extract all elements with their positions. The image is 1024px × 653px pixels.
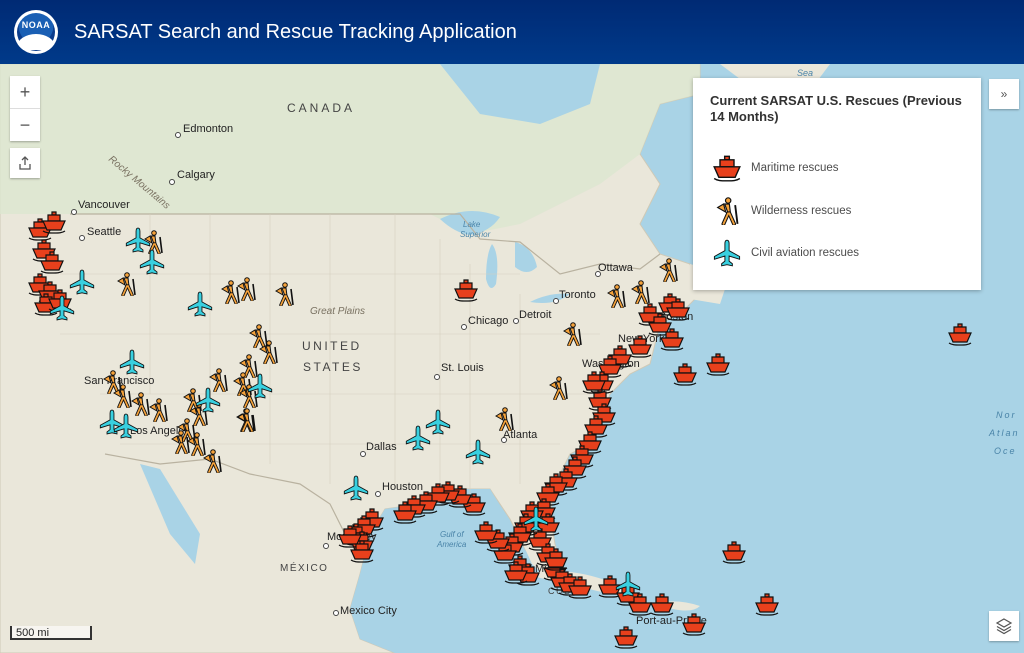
hiker-icon: [715, 197, 740, 225]
legend-item-wilderness: Wilderness rescues: [713, 194, 851, 228]
svg-text:Lake: Lake: [463, 220, 481, 229]
svg-text:Edmonton: Edmonton: [183, 123, 233, 135]
svg-text:Ottawa: Ottawa: [598, 262, 634, 274]
app-title: SARSAT Search and Rescue Tracking Applic…: [74, 20, 517, 43]
svg-text:Great Plains: Great Plains: [310, 306, 365, 317]
svg-text:Superior: Superior: [460, 230, 491, 239]
svg-text:Houston: Houston: [382, 481, 423, 493]
svg-text:Nor: Nor: [996, 410, 1017, 420]
svg-text:Oce: Oce: [994, 446, 1017, 456]
svg-text:Gulf of: Gulf of: [440, 530, 464, 539]
share-icon: [19, 156, 31, 170]
noaa-logo: NOAA: [14, 10, 58, 54]
plane-icon: [713, 239, 741, 267]
svg-text:Mexico City: Mexico City: [340, 605, 397, 617]
svg-text:St. Louis: St. Louis: [441, 362, 484, 374]
svg-text:Dallas: Dallas: [366, 441, 397, 453]
legend-label: Maritime rescues: [751, 162, 839, 174]
svg-text:Calgary: Calgary: [177, 169, 215, 181]
svg-text:MÉXICO: MÉXICO: [280, 561, 328, 574]
svg-text:Vancouver: Vancouver: [78, 199, 130, 211]
app-header: NOAA SARSAT Search and Rescue Tracking A…: [0, 0, 1024, 64]
svg-text:Atlan: Atlan: [988, 428, 1020, 438]
legend-item-maritime: Maritime rescues: [713, 151, 839, 185]
svg-text:Chicago: Chicago: [468, 315, 508, 327]
svg-text:Detroit: Detroit: [519, 309, 551, 321]
layers-button[interactable]: [989, 611, 1019, 641]
zoom-out-button[interactable]: −: [10, 109, 40, 141]
svg-text:America: America: [436, 540, 467, 549]
scale-bar: 500 mi: [10, 626, 92, 640]
collapse-panel-button[interactable]: »: [989, 79, 1019, 109]
svg-text:STATES: STATES: [303, 360, 363, 374]
svg-text:Atlanta: Atlanta: [503, 429, 538, 441]
legend-title: Current SARSAT U.S. Rescues (Previous 14…: [710, 93, 962, 124]
layers-icon: [995, 618, 1013, 635]
svg-text:Seattle: Seattle: [87, 226, 121, 238]
legend-label: Wilderness rescues: [751, 205, 852, 217]
svg-text:UNITED: UNITED: [302, 339, 362, 353]
legend-label: Civil aviation rescues: [751, 247, 860, 259]
svg-text:Sea: Sea: [797, 68, 813, 78]
svg-text:CANADA: CANADA: [287, 101, 355, 115]
legend-item-aviation: Civil aviation rescues: [713, 236, 859, 270]
share-button[interactable]: [10, 148, 40, 178]
legend-panel: Current SARSAT U.S. Rescues (Previous 14…: [693, 78, 981, 290]
svg-text:Toronto: Toronto: [559, 289, 596, 301]
zoom-in-button[interactable]: +: [10, 76, 40, 109]
zoom-controls: + −: [10, 76, 40, 141]
boat-icon: [713, 155, 741, 182]
